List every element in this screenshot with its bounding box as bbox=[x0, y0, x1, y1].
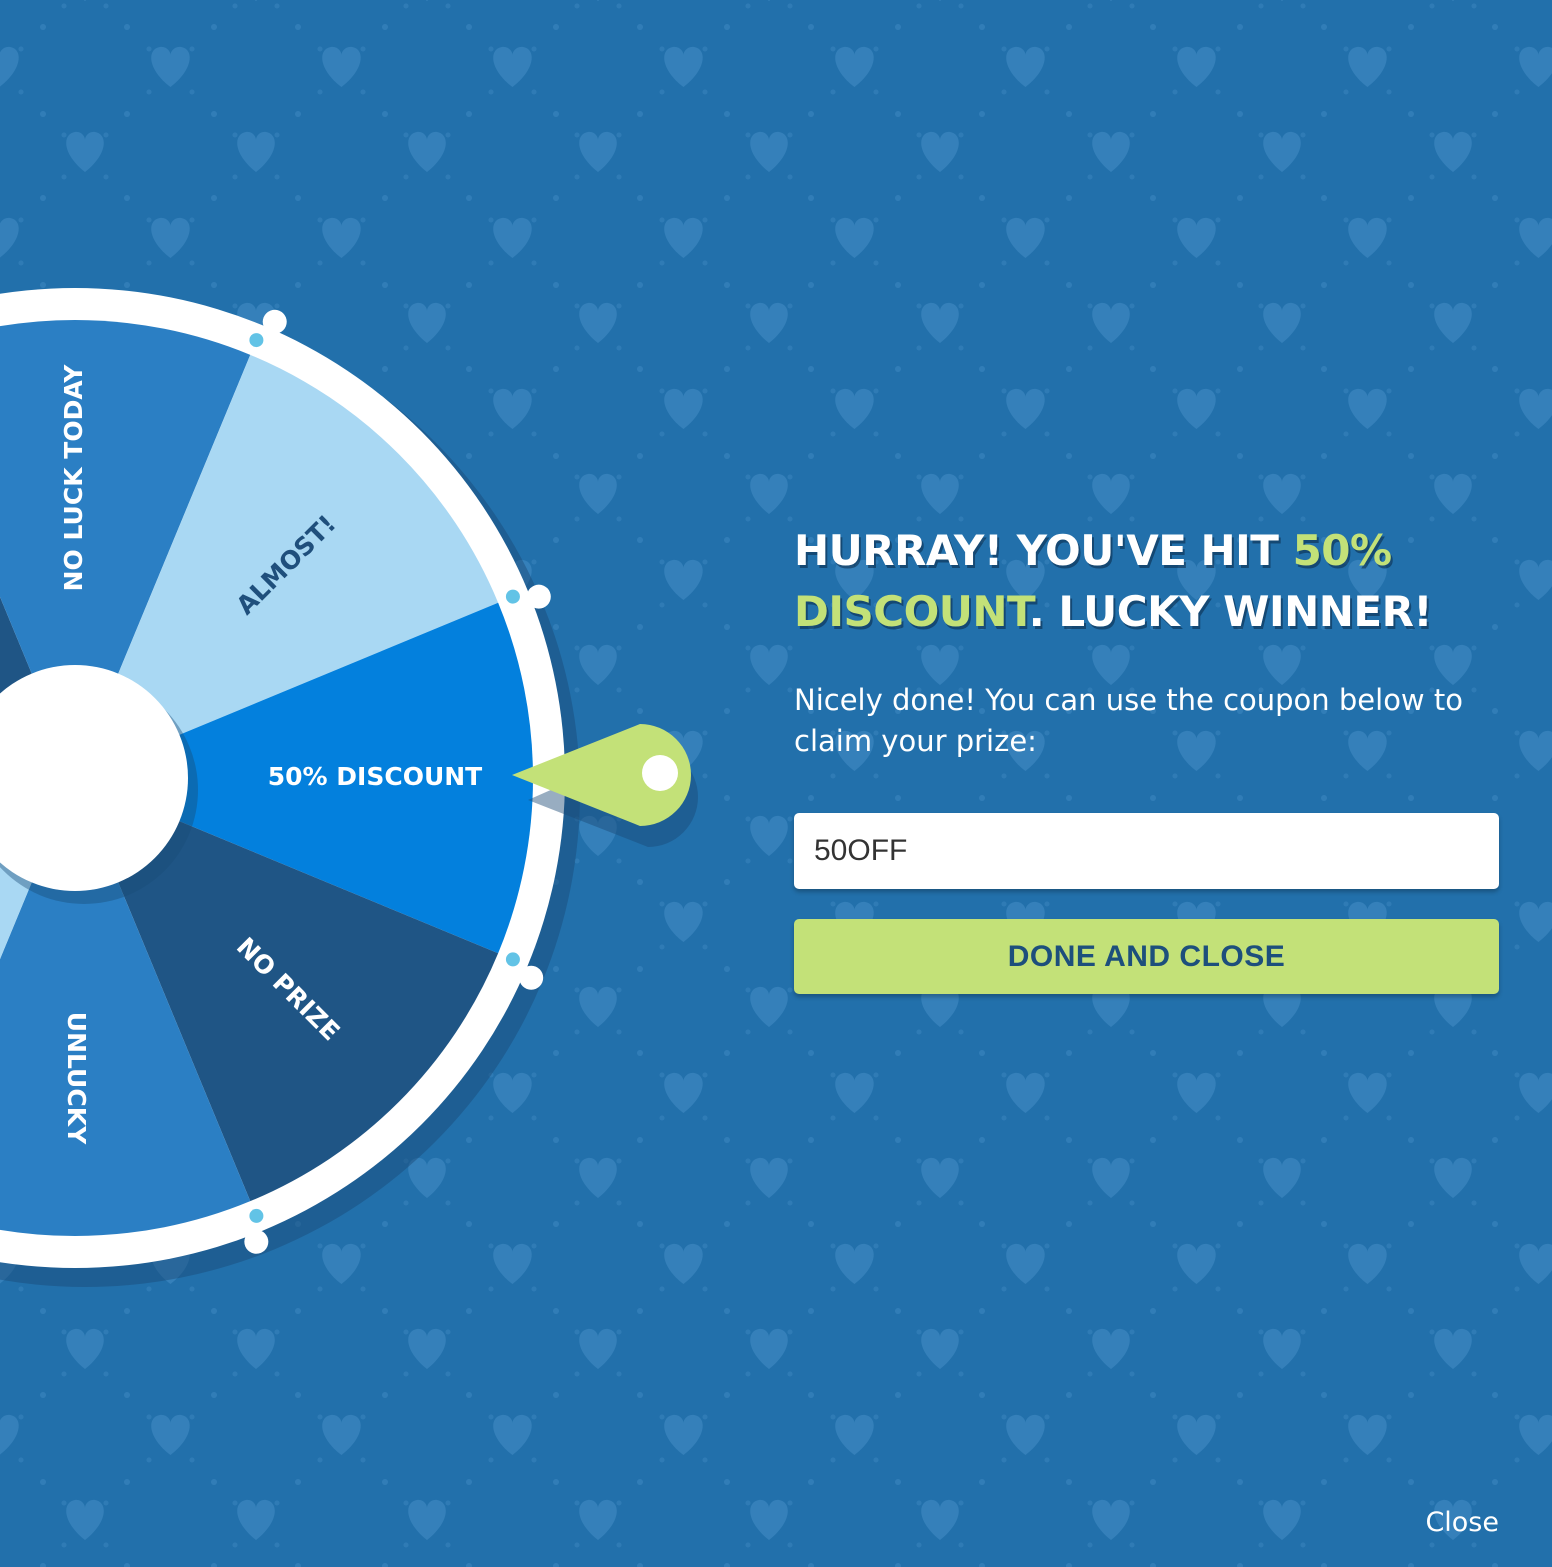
wheel-peg bbox=[505, 952, 520, 967]
headline-suffix: . LUCKY WINNER! bbox=[1028, 587, 1433, 636]
wheel-peg-tab bbox=[262, 309, 287, 334]
prize-wheel: NO PRIZENO LUCK TODAYALMOST!50% DISCOUNT… bbox=[0, 288, 698, 1287]
wheel-peg-tab bbox=[519, 965, 544, 990]
close-link[interactable]: Close bbox=[1425, 1507, 1499, 1538]
result-panel: HURRAY! YOU'VE HIT 50% DISCOUNT. LUCKY W… bbox=[794, 520, 1499, 994]
result-headline: HURRAY! YOU'VE HIT 50% DISCOUNT. LUCKY W… bbox=[794, 520, 1499, 642]
done-and-close-button[interactable]: DONE AND CLOSE bbox=[794, 919, 1499, 994]
coupon-code-field[interactable] bbox=[794, 813, 1499, 889]
wheel-peg bbox=[249, 333, 264, 348]
wheel-peg-tab bbox=[244, 1229, 269, 1254]
wheel-segment-label: 50% DISCOUNT bbox=[268, 762, 482, 791]
result-message: Nicely done! You can use the coupon belo… bbox=[794, 683, 1463, 758]
wheel-segment-label: UNLUCKY bbox=[62, 1012, 91, 1145]
wheel-segment-label: NO LUCK TODAY bbox=[59, 364, 88, 592]
wheel-peg bbox=[249, 1208, 264, 1223]
wheel-peg-tab bbox=[526, 584, 551, 609]
headline-prefix: HURRAY! YOU'VE HIT bbox=[794, 526, 1293, 575]
wheel-peg bbox=[505, 589, 520, 604]
